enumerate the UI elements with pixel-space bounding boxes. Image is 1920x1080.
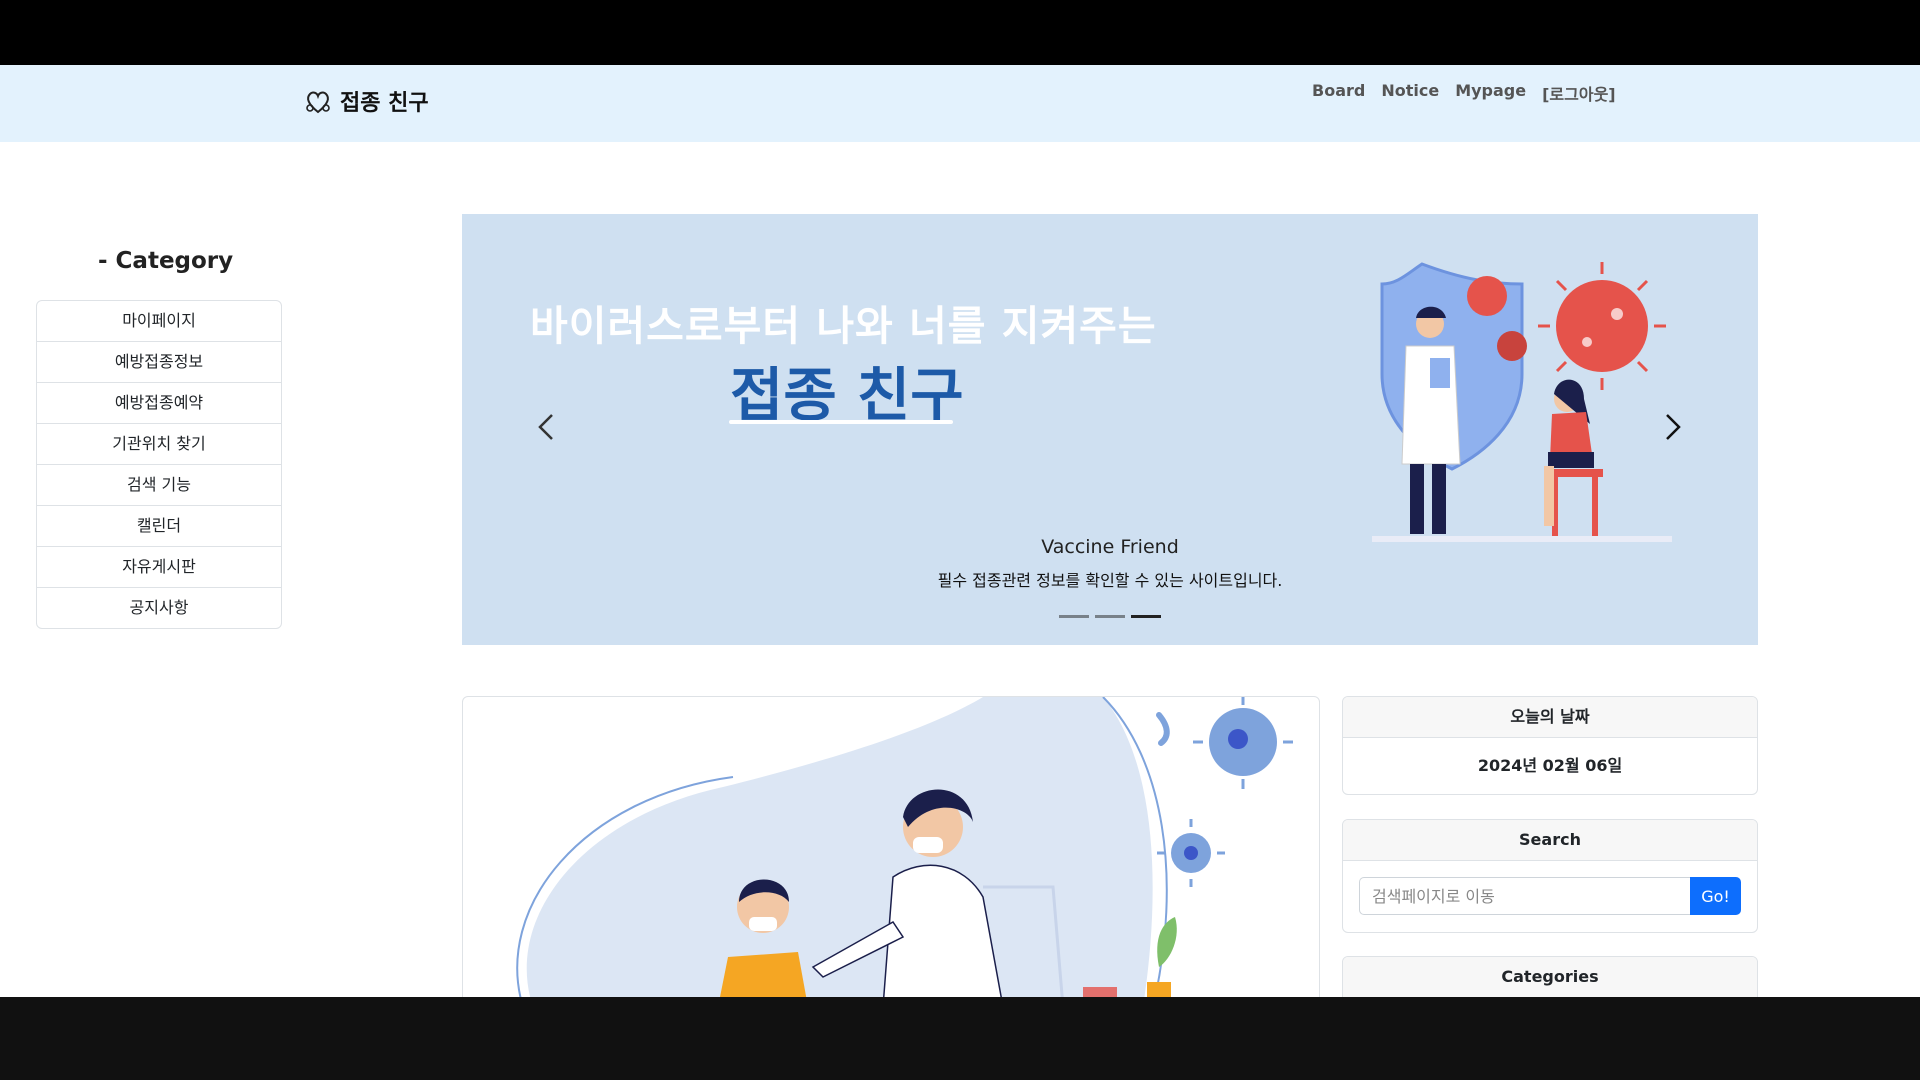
today-date: 2024년 02월 06일	[1477, 756, 1623, 775]
category-item-free-board[interactable]: 자유게시판	[37, 547, 281, 588]
search-go-button[interactable]: Go!	[1690, 877, 1741, 915]
carousel-caption-title: Vaccine Friend	[1041, 536, 1179, 558]
nav-notice[interactable]: Notice	[1381, 81, 1439, 105]
nav-board[interactable]: Board	[1312, 81, 1365, 105]
carousel-prev-button[interactable]	[527, 407, 567, 447]
main-image-card	[462, 696, 1320, 997]
brand-name: 접종 친구	[340, 91, 429, 116]
chevron-left-icon	[538, 414, 553, 440]
carousel-indicators	[1059, 615, 1161, 618]
carousel-caption-text: 필수 접종관련 정보를 확인할 수 있는 사이트입니다.	[937, 571, 1283, 590]
navbar: 접종 친구 Board Notice Mypage [로그아웃]	[0, 65, 1920, 142]
heart-people-icon	[306, 91, 330, 114]
search-card: Search Go!	[1342, 819, 1758, 933]
category-list: 마이페이지 예방접종정보 예방접종예약 기관위치 찾기 검색 기능 캘린더 자유…	[36, 300, 282, 629]
bottom-bar	[0, 997, 1920, 1080]
nav-logout[interactable]: [로그아웃]	[1542, 81, 1616, 105]
category-item-find-location[interactable]: 기관위치 찾기	[37, 424, 281, 465]
categories-card-title: Categories	[1343, 957, 1757, 997]
category-item-mypage[interactable]: 마이페이지	[37, 301, 281, 342]
categories-card: Categories	[1342, 956, 1758, 997]
carousel-next-button[interactable]	[1652, 407, 1692, 447]
search-input[interactable]	[1359, 877, 1690, 915]
chevron-right-icon	[1666, 414, 1681, 440]
hero-headline: 바이러스로부터 나와 너를 지켜주는	[530, 302, 1157, 350]
hero-carousel: 바이러스로부터 나와 너를 지켜주는 접종 친구 Vaccine Friend …	[462, 214, 1758, 645]
hero-underline	[729, 420, 953, 424]
category-item-notice[interactable]: 공지사항	[37, 588, 281, 628]
today-card-title: 오늘의 날짜	[1343, 697, 1757, 738]
category-item-vaccine-reservation[interactable]: 예방접종예약	[37, 383, 281, 424]
search-row: Go!	[1359, 877, 1741, 915]
nav-links: Board Notice Mypage [로그아웃]	[1312, 81, 1616, 105]
carousel-indicator-2[interactable]	[1095, 615, 1125, 618]
search-card-title: Search	[1343, 820, 1757, 861]
today-card: 오늘의 날짜 2024년 02월 06일	[1342, 696, 1758, 795]
nav-mypage[interactable]: Mypage	[1455, 81, 1526, 105]
category-item-vaccine-info[interactable]: 예방접종정보	[37, 342, 281, 383]
category-item-search[interactable]: 검색 기능	[37, 465, 281, 506]
page: 접종 친구 Board Notice Mypage [로그아웃] - Categ…	[0, 65, 1920, 997]
category-item-calendar[interactable]: 캘린더	[37, 506, 281, 547]
carousel-indicator-3[interactable]	[1131, 615, 1161, 618]
category-title: - Category	[98, 248, 234, 274]
vaccination-illustration	[516, 697, 1293, 997]
carousel-indicator-1[interactable]	[1059, 615, 1089, 618]
brand[interactable]: 접종 친구	[302, 85, 429, 117]
